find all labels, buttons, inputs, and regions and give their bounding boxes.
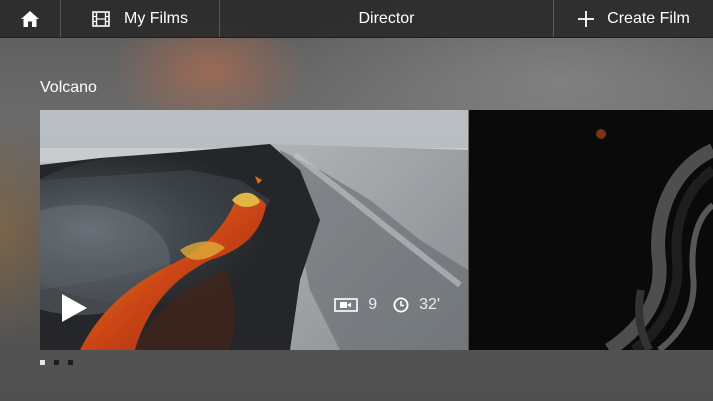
clip-count-value: 9: [368, 296, 378, 313]
film-meta: 9 32': [334, 296, 440, 314]
clock-icon: [393, 297, 409, 313]
create-film-button[interactable]: Create Film: [554, 0, 713, 37]
my-films-button[interactable]: My Films: [61, 0, 219, 37]
film-strip-icon: [92, 10, 110, 27]
film-duration-value: 32': [419, 296, 440, 313]
video-camera-icon: [334, 298, 359, 312]
create-film-label: Create Film: [607, 9, 690, 27]
section-title: Volcano: [40, 79, 97, 96]
next-film-thumbnail: [469, 110, 713, 350]
clip-count: 9: [334, 296, 377, 314]
film-card-volcano[interactable]: 9 32': [40, 110, 468, 350]
play-icon: [62, 294, 87, 322]
page-title: Director: [358, 9, 415, 27]
home-icon: [21, 10, 39, 27]
home-button[interactable]: [0, 0, 60, 37]
plus-icon: [578, 10, 595, 27]
page-indicator: [40, 360, 82, 365]
my-films-label: My Films: [124, 9, 188, 27]
top-toolbar: My Films Director Create Film: [0, 0, 713, 38]
volcano-thumbnail: [40, 110, 468, 350]
film-card-next[interactable]: [469, 110, 713, 350]
play-button[interactable]: [60, 293, 88, 328]
page-dot[interactable]: [68, 360, 73, 365]
page-dot[interactable]: [40, 360, 45, 365]
page-dot[interactable]: [54, 360, 59, 365]
film-duration: 32': [393, 296, 440, 314]
